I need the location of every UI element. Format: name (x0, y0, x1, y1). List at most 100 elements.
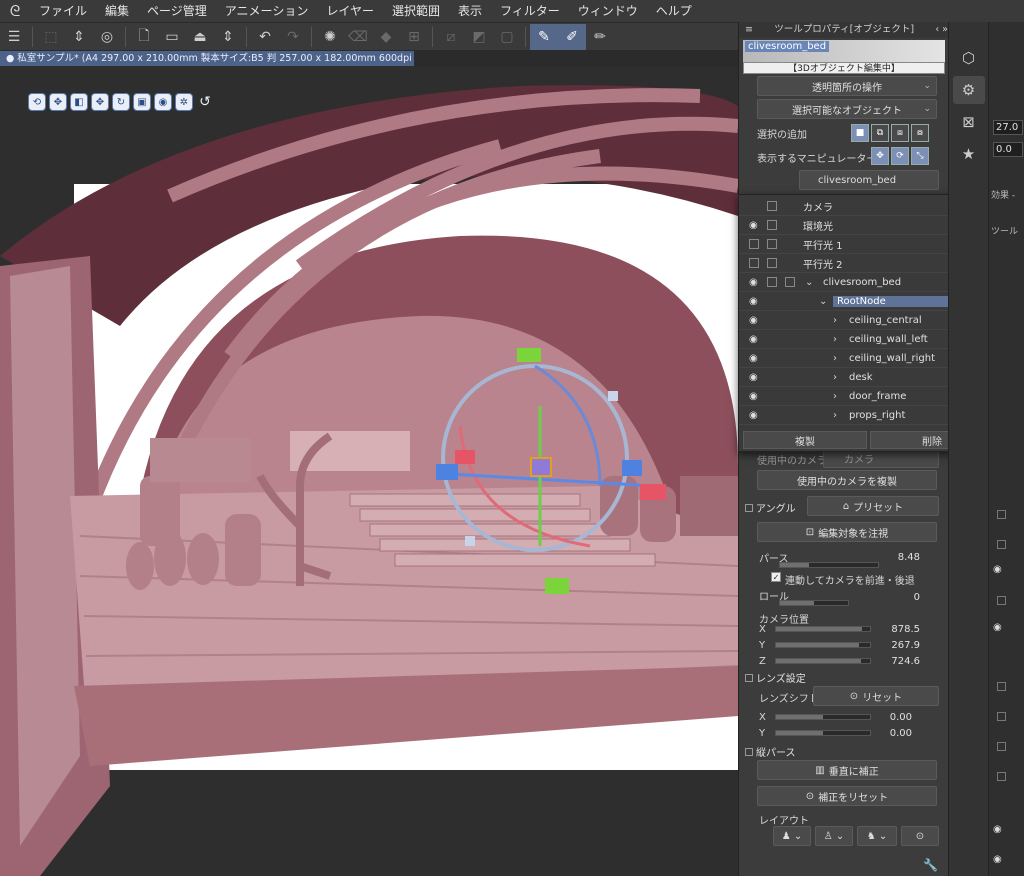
menu-page[interactable]: ページ管理 (138, 0, 216, 22)
lock-checkbox[interactable] (785, 277, 795, 287)
layer-checkbox[interactable] (997, 540, 1006, 549)
eye-icon[interactable]: ◉ (749, 353, 758, 364)
layer-icon[interactable]: ▢ (493, 24, 521, 50)
rotate-manipulator-icon[interactable]: ⟳ (891, 147, 909, 165)
undo-icon[interactable]: ↶ (251, 24, 279, 50)
follow-camera-checkbox[interactable]: ✓ (771, 572, 781, 582)
canvas-area[interactable] (0, 66, 738, 876)
reset-view-icon[interactable]: ↺ (196, 93, 214, 111)
perspective-slider[interactable] (779, 562, 879, 568)
camera-y-slider[interactable] (775, 642, 871, 648)
camera-x-slider[interactable] (775, 626, 871, 632)
3d-settings-icon[interactable]: ⚙ (952, 76, 985, 104)
lens-section-header[interactable]: レンズ設定 (745, 670, 806, 685)
camera-y-value[interactable]: 267.9 (891, 640, 920, 651)
chevron-down-icon[interactable]: ⌄ (805, 277, 813, 288)
fill-icon[interactable]: ◆ (372, 24, 400, 50)
stepper-icon[interactable]: ⇕ (65, 24, 93, 50)
material-icon[interactable]: ⊠ (953, 108, 985, 136)
brush-icon[interactable]: ✐ (558, 23, 586, 50)
transform-icon[interactable]: ⊞ (400, 24, 428, 50)
rotate-object-icon[interactable]: ↻ (112, 93, 130, 111)
pan-camera-icon[interactable]: ✥ (49, 93, 67, 111)
move-object-icon[interactable]: ✥ (91, 93, 109, 111)
layer-checkbox[interactable] (997, 772, 1006, 781)
app-logo-icon[interactable]: ᘓ (0, 0, 30, 22)
light-icon[interactable]: ✲ (175, 93, 193, 111)
layer-checkbox[interactable] (997, 742, 1006, 751)
pen-icon[interactable]: ✎ (530, 23, 558, 50)
chevron-right-icon[interactable]: › (833, 353, 837, 364)
wrench-icon[interactable]: 🔧 (923, 858, 938, 872)
selection-add-icon[interactable]: ⧉ (871, 124, 889, 142)
chevron-right-icon[interactable]: › (833, 372, 837, 383)
eye-icon[interactable]: ◉ (993, 854, 1002, 865)
vertical-correct-button[interactable]: ▥ 垂直に補正 (757, 760, 937, 780)
move-manipulator-icon[interactable]: ✥ (871, 147, 889, 165)
menu-layer[interactable]: レイヤー (317, 0, 383, 22)
menu-animation[interactable]: アニメーション (216, 0, 318, 22)
lens-x-slider[interactable] (775, 714, 871, 720)
layout-preset-3[interactable]: ♞ ⌄ (857, 826, 897, 846)
eye-icon[interactable]: ◉ (749, 372, 758, 383)
perspective-value[interactable]: 8.48 (898, 552, 920, 563)
eye-icon[interactable]: ◉ (749, 391, 758, 402)
export-icon[interactable]: ⏏ (186, 24, 214, 50)
camera-z-value[interactable]: 724.6 (891, 656, 920, 667)
reset-correction-button[interactable]: ⊙ 補正をリセット (757, 786, 937, 806)
open-folder-icon[interactable]: ▭ (158, 24, 186, 50)
eye-icon[interactable]: ◉ (749, 296, 758, 307)
object-select-dropdown[interactable]: clivesroom_bed (799, 170, 939, 190)
eye-icon[interactable]: ◉ (993, 824, 1002, 835)
eye-icon[interactable]: ◉ (749, 410, 758, 421)
chevron-right-icon[interactable]: › (833, 315, 837, 326)
lens-y-value[interactable]: 0.00 (890, 728, 912, 739)
preset-dropdown[interactable]: ⌂ プリセット (807, 496, 939, 516)
document-tab[interactable]: ● 私室サンプル* (A4 297.00 x 210.00mm 製本サイズ:B5… (0, 51, 414, 66)
layout-reset[interactable]: ⊙ (901, 826, 939, 846)
transparent-operation-dropdown[interactable]: 透明箇所の操作 ⌄ (757, 76, 937, 96)
menu-file[interactable]: ファイル (30, 0, 96, 22)
visibility-checkbox[interactable] (749, 239, 759, 249)
camera-x-value[interactable]: 878.5 (891, 624, 920, 635)
eye-icon[interactable]: ◉ (993, 564, 1002, 575)
menu-filter[interactable]: フィルター (491, 0, 569, 22)
erase-icon[interactable]: ⌫ (344, 24, 372, 50)
selection-new-icon[interactable]: ■ (851, 124, 869, 142)
chevron-right-icon[interactable]: › (833, 334, 837, 345)
duplicate-button[interactable]: 複製 (743, 431, 867, 449)
camera-icon[interactable]: ▣ (133, 93, 151, 111)
lock-checkbox[interactable] (767, 201, 777, 211)
eye-icon[interactable]: ◉ (749, 277, 758, 288)
3d-scene[interactable] (0, 66, 738, 876)
grid-icon[interactable]: ⧄ (437, 24, 465, 50)
selection-subtract-icon[interactable]: ⧈ (891, 124, 909, 142)
menu-help[interactable]: ヘルプ (647, 0, 701, 22)
panel-collapse-icon[interactable]: ‹ » (935, 22, 948, 38)
zoom-camera-icon[interactable]: ◧ (70, 93, 88, 111)
roll-value[interactable]: 0 (914, 592, 920, 603)
chevron-right-icon[interactable]: › (833, 391, 837, 402)
view-icon[interactable]: ◉ (154, 93, 172, 111)
vertical-perspective-header[interactable]: 縦パース (745, 744, 796, 759)
layout-preset-2[interactable]: ♙ ⌄ (815, 826, 853, 846)
chevron-right-icon[interactable]: › (833, 410, 837, 421)
favorite-icon[interactable]: ★ (953, 140, 985, 168)
angle-section-header[interactable]: アングル (745, 500, 796, 515)
camera-z-slider[interactable] (775, 658, 871, 664)
focus-target-button[interactable]: ⊡ 編集対象を注視 (757, 522, 937, 542)
chevron-down-icon[interactable]: ⌄ (819, 296, 827, 307)
menu-selection[interactable]: 選択範囲 (383, 0, 449, 22)
redo-icon[interactable]: ↷ (279, 24, 307, 50)
layer-checkbox[interactable] (997, 712, 1006, 721)
eye-icon[interactable]: ◉ (749, 315, 758, 326)
menu-view[interactable]: 表示 (449, 0, 491, 22)
layer-checkbox[interactable] (997, 682, 1006, 691)
panel-menu-icon[interactable]: ≡ (745, 22, 753, 38)
new-page-icon[interactable]: 🗋 (130, 24, 158, 50)
roll-slider[interactable] (779, 600, 849, 606)
menu-window[interactable]: ウィンドウ (569, 0, 647, 22)
layer-checkbox[interactable] (997, 596, 1006, 605)
selection-intersect-icon[interactable]: ⧇ (911, 124, 929, 142)
lock-checkbox[interactable] (767, 220, 777, 230)
